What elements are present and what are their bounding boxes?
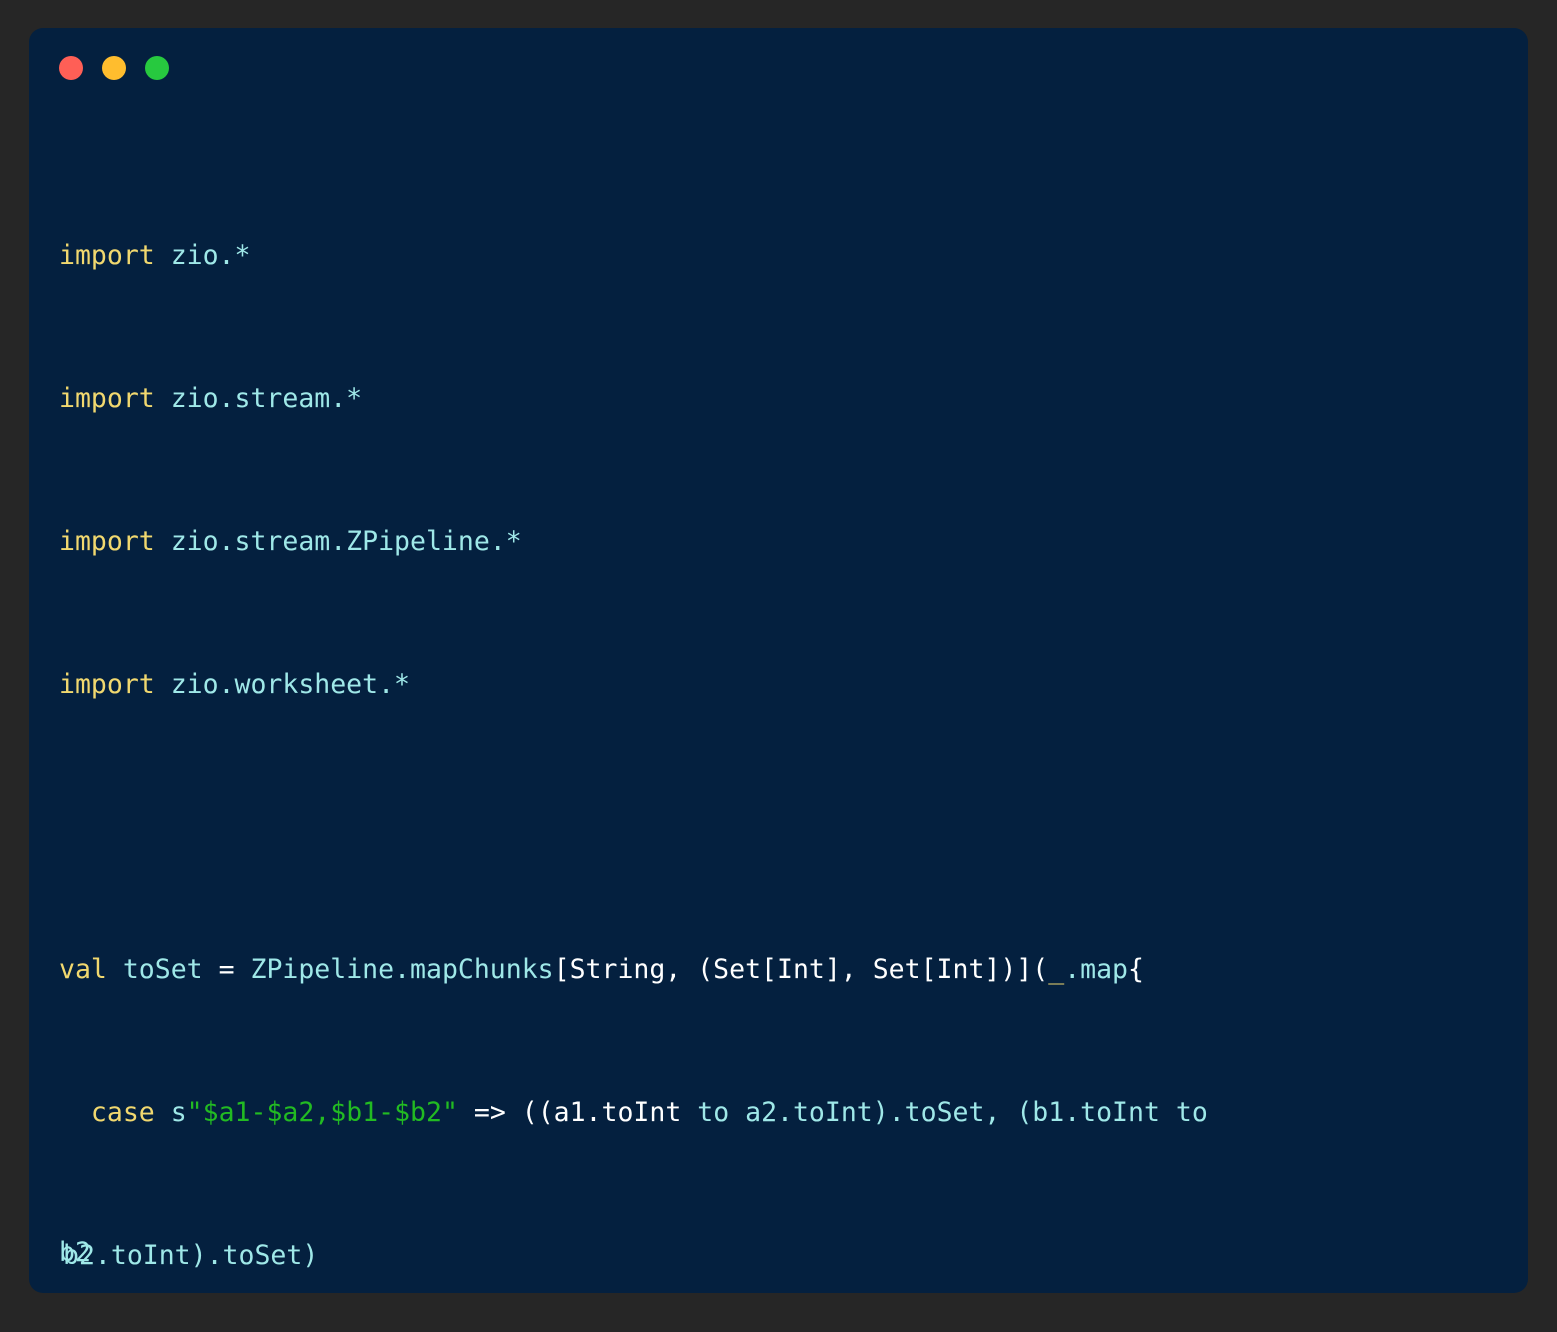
token-keyword: import xyxy=(59,668,155,700)
token-identifier: zio.worksheet.* xyxy=(154,668,411,700)
token-string-prefix: s xyxy=(154,1096,187,1128)
page-root: import zio.* import zio.stream.* import … xyxy=(0,0,1557,1332)
token-operator: = xyxy=(218,954,235,986)
token-keyword: case xyxy=(90,1096,155,1128)
token-keyword: import xyxy=(59,382,155,414)
token-punctuation: [String, (Set[Int], Set[Int])]( xyxy=(553,954,1049,986)
code-window-card: import zio.* import zio.stream.* import … xyxy=(29,28,1528,1293)
token-string: "$a1-$a2,$b1-$b2" xyxy=(186,1096,458,1128)
token-identifier: b2.toInt).toSet) xyxy=(63,1239,319,1271)
maximize-icon[interactable] xyxy=(145,56,169,80)
code-line-wrapped: b2 b2.toInt).toSet) xyxy=(59,1237,1514,1274)
token-underscore: _ xyxy=(1048,954,1065,986)
token-keyword: val xyxy=(59,954,107,986)
token-identifier: to xyxy=(1175,1096,1208,1128)
token-identifier: a2.toInt).toSet, (b1.toInt xyxy=(729,1096,1176,1128)
token-identifier: to xyxy=(697,1096,730,1128)
token-punctuation: { xyxy=(1128,954,1144,986)
token-identifier: .map xyxy=(1064,954,1129,986)
token-identifier: ZPipeline.mapChunks xyxy=(234,954,554,986)
minimize-icon[interactable] xyxy=(102,56,126,80)
code-editor-content[interactable]: import zio.* import zio.stream.* import … xyxy=(59,131,1514,1293)
token-keyword: import xyxy=(59,240,155,272)
token-identifier: zio.* xyxy=(154,240,251,272)
token-identifier: zio.stream.ZPipeline.* xyxy=(154,525,522,557)
token-identifier: zio.stream.* xyxy=(154,382,363,414)
close-icon[interactable] xyxy=(59,56,83,80)
token-operator: => xyxy=(457,1096,522,1128)
token-keyword: import xyxy=(59,525,155,557)
code-line: import zio.stream.* xyxy=(59,381,1514,417)
window-titlebar xyxy=(59,56,169,80)
token-identifier: toSet xyxy=(106,954,219,986)
token-punctuation: ((a1.toInt xyxy=(521,1096,698,1128)
code-line: val toSet = ZPipeline.mapChunks[String, … xyxy=(59,952,1514,988)
code-line: import zio.* xyxy=(59,238,1514,274)
code-line: case s"$a1-$a2,$b1-$b2" => ((a1.toInt to… xyxy=(59,1095,1514,1131)
code-line: import zio.stream.ZPipeline.* xyxy=(59,524,1514,560)
code-line: import zio.worksheet.* xyxy=(59,667,1514,703)
